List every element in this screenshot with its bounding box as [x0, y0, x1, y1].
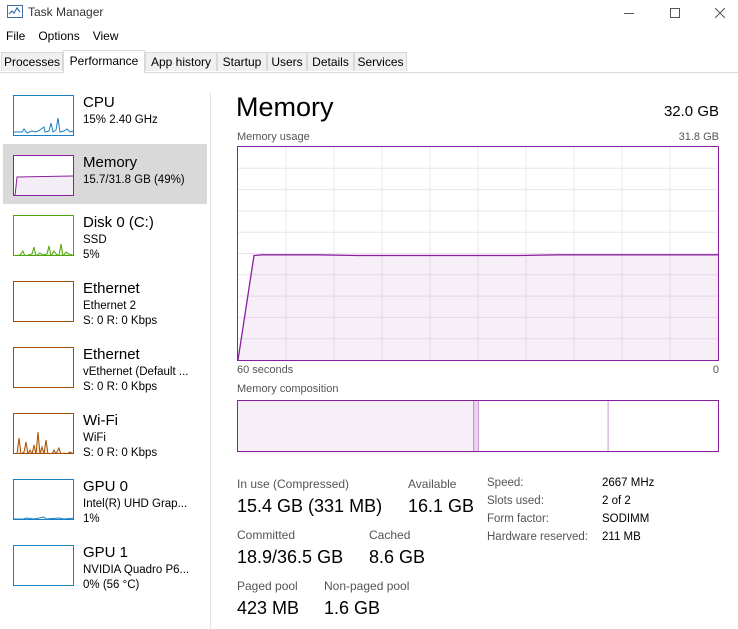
composition-standby [478, 401, 608, 451]
paged-pool-label: Paged pool [237, 579, 298, 593]
form-factor-value: SODIMM [602, 513, 650, 525]
sidebar-item-detail: NVIDIA Quadro P6... [83, 564, 190, 576]
cpu-thumbnail [13, 95, 74, 136]
memory-usage-max: 31.8 GB [678, 131, 719, 143]
in-use-value: 15.4 GB (331 MB) [237, 496, 383, 516]
hardware-reserved-value: 211 MB [602, 531, 641, 543]
x-axis-right-label: 0 [712, 364, 719, 376]
maximize-icon [670, 7, 680, 18]
memory-composition-bar [237, 400, 719, 452]
gpu-thumbnail [13, 545, 74, 586]
sidebar-item-memory[interactable]: Memory 15.7/31.8 GB (49%) [3, 144, 207, 204]
tab-details[interactable]: Details [307, 52, 354, 71]
ethernet-thumbnail [13, 347, 74, 388]
sidebar-item-ethernet-2[interactable]: Ethernet Ethernet 2 S: 0 R: 0 Kbps [3, 270, 207, 330]
tab-strip: Processes Performance App history Startu… [0, 50, 738, 73]
disk-thumbnail [13, 215, 74, 256]
close-button[interactable] [697, 0, 738, 25]
sidebar-item-name: Wi-Fi [83, 412, 118, 429]
close-icon [715, 7, 725, 18]
memory-composition-label: Memory composition [237, 383, 339, 395]
sidebar-item-name: Memory [83, 154, 138, 171]
tab-startup[interactable]: Startup [217, 52, 267, 71]
sidebar-item-gpu-1[interactable]: GPU 1 NVIDIA Quadro P6... 0% (56 °C) [3, 534, 207, 594]
sidebar-item-wifi[interactable]: Wi-Fi WiFi S: 0 R: 0 Kbps [3, 402, 207, 462]
menu-options[interactable]: Options [32, 27, 86, 45]
form-factor-label: Form factor: [487, 513, 549, 525]
sidebar-item-detail: WiFi [83, 432, 106, 444]
sidebar-item-name: Ethernet [83, 280, 140, 297]
slots-used-value: 2 of 2 [602, 495, 631, 507]
memory-usage-label: Memory usage [237, 131, 310, 143]
paged-pool-value: 423 MB [237, 598, 300, 618]
maximize-button[interactable] [652, 0, 698, 25]
non-paged-pool-label: Non-paged pool [324, 579, 410, 593]
cached-label: Cached [369, 528, 411, 542]
slots-used-label: Slots used: [487, 495, 544, 507]
x-axis-left-label: 60 seconds [237, 364, 294, 376]
memory-usage-area [238, 254, 718, 360]
sidebar-item-cpu[interactable]: CPU 15% 2.40 GHz [3, 84, 207, 144]
memory-thumbnail [13, 155, 74, 196]
gpu-thumbnail [13, 479, 74, 520]
sidebar-item-name: GPU 1 [83, 544, 129, 561]
tab-users[interactable]: Users [267, 52, 307, 71]
available-value: 16.1 GB [408, 496, 475, 516]
page-title: Memory [236, 92, 334, 122]
sidebar-item-vethernet[interactable]: Ethernet vEthernet (Default ... S: 0 R: … [3, 336, 207, 396]
in-use-label: In use (Compressed) [237, 477, 350, 491]
tab-processes[interactable]: Processes [1, 52, 63, 71]
non-paged-pool-value: 1.6 GB [324, 598, 381, 618]
memory-composition-svg [238, 401, 718, 451]
menu-bar: File Options View [0, 27, 126, 45]
sidebar-item-disk[interactable]: Disk 0 (C:) SSD 5% [3, 204, 207, 264]
sidebar-item-name: Disk 0 (C:) [83, 214, 154, 231]
sidebar-item-detail: 15.7/31.8 GB (49%) [83, 174, 185, 186]
composition-free [607, 401, 718, 451]
menu-file[interactable]: File [0, 27, 32, 45]
sidebar-item-detail: 15% 2.40 GHz [83, 114, 158, 126]
window-title: Task Manager [28, 5, 104, 19]
tab-services[interactable]: Services [354, 52, 407, 71]
performance-sidebar: CPU 15% 2.40 GHz Memory 15.7/31.8 GB (49… [0, 80, 210, 629]
wifi-thumbnail [13, 413, 74, 454]
sidebar-item-detail-2: 1% [83, 513, 100, 525]
sidebar-item-detail-2: S: 0 R: 0 Kbps [83, 381, 158, 393]
sidebar-item-detail: Intel(R) UHD Grap... [83, 498, 188, 510]
minimize-icon [624, 12, 634, 14]
sidebar-item-name: GPU 0 [83, 478, 129, 495]
sidebar-item-gpu-0[interactable]: GPU 0 Intel(R) UHD Grap... 1% [3, 468, 207, 528]
tab-app-history[interactable]: App history [145, 52, 217, 71]
committed-label: Committed [237, 528, 296, 542]
sidebar-item-name: CPU [83, 94, 115, 111]
cpu-thumbnail-line [14, 117, 73, 134]
speed-value: 2667 MHz [602, 477, 655, 489]
memory-usage-chart [237, 146, 719, 361]
task-manager-icon [7, 5, 23, 18]
tab-performance[interactable]: Performance [63, 50, 145, 73]
menu-view[interactable]: View [87, 27, 126, 45]
sidebar-item-detail: Ethernet 2 [83, 300, 137, 312]
available-label: Available [408, 477, 457, 491]
minimize-button[interactable] [606, 0, 652, 25]
panel-divider[interactable] [210, 92, 211, 629]
sidebar-item-detail-2: 0% (56 °C) [83, 579, 140, 591]
cached-value: 8.6 GB [369, 547, 426, 567]
speed-label: Speed: [487, 477, 524, 489]
sidebar-item-detail: vEthernet (Default ... [83, 366, 189, 378]
memory-usage-svg [237, 147, 718, 361]
composition-in-use [238, 401, 474, 451]
hardware-reserved-label: Hardware reserved: [487, 531, 588, 543]
sidebar-item-detail: SSD [83, 234, 107, 246]
committed-value: 18.9/36.5 GB [237, 547, 344, 567]
sidebar-item-detail-2: 5% [83, 249, 100, 261]
ethernet-thumbnail [13, 281, 74, 322]
title-bar: Task Manager [0, 0, 738, 25]
memory-total: 32.0 GB [663, 103, 719, 120]
sidebar-item-name: Ethernet [83, 346, 140, 363]
sidebar-item-detail-2: S: 0 R: 0 Kbps [83, 315, 158, 327]
sidebar-item-detail-2: S: 0 R: 0 Kbps [83, 447, 158, 459]
